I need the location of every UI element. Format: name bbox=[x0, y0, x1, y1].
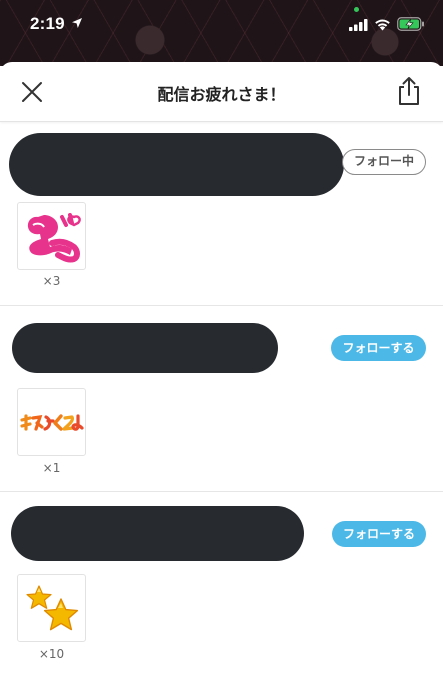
gift-tile bbox=[17, 388, 86, 456]
mic-indicator-dot bbox=[354, 7, 359, 12]
gift-gyopi-icon bbox=[27, 213, 81, 263]
gifter-row: フォロー中 ×3 bbox=[0, 122, 443, 306]
gift-matakuruyo-icon bbox=[20, 414, 84, 432]
gift-tile bbox=[17, 574, 86, 642]
follow-button[interactable]: フォロー中 bbox=[342, 149, 426, 175]
gift-count: ×1 bbox=[42, 461, 61, 475]
stars-icon bbox=[26, 585, 79, 631]
status-time: 2:19 bbox=[30, 14, 65, 33]
gifter-list: フォロー中 ×3 フォローする ×1 フォローする ×10 bbox=[0, 122, 443, 678]
screen: 2:19 配信お疲れさま！ フォロー中 ×3 フォローする ×1 フォローする … bbox=[0, 0, 443, 680]
gift-tile bbox=[17, 202, 86, 270]
redacted-username bbox=[12, 323, 278, 373]
share-icon[interactable] bbox=[396, 76, 422, 106]
status-bar: 2:19 bbox=[0, 0, 443, 44]
gift-count: ×3 bbox=[42, 274, 61, 288]
follow-button[interactable]: フォローする bbox=[332, 521, 426, 547]
gifter-row: フォローする ×10 bbox=[0, 492, 443, 678]
gifter-row: フォローする ×1 bbox=[0, 306, 443, 492]
follow-button[interactable]: フォローする bbox=[331, 335, 426, 361]
result-sheet: 配信お疲れさま！ フォロー中 ×3 フォローする ×1 フォローする ×10 bbox=[0, 62, 443, 680]
wifi-icon bbox=[375, 19, 390, 31]
redacted-username bbox=[11, 506, 304, 561]
redacted-username bbox=[9, 133, 344, 196]
page-title: 配信お疲れさま！ bbox=[157, 85, 286, 104]
battery-charging-icon bbox=[397, 17, 424, 31]
gift-count: ×10 bbox=[38, 647, 65, 661]
cellular-signal-icon bbox=[349, 19, 368, 31]
nav-bar: 配信お疲れさま！ bbox=[0, 62, 443, 122]
location-arrow-icon bbox=[72, 18, 82, 28]
